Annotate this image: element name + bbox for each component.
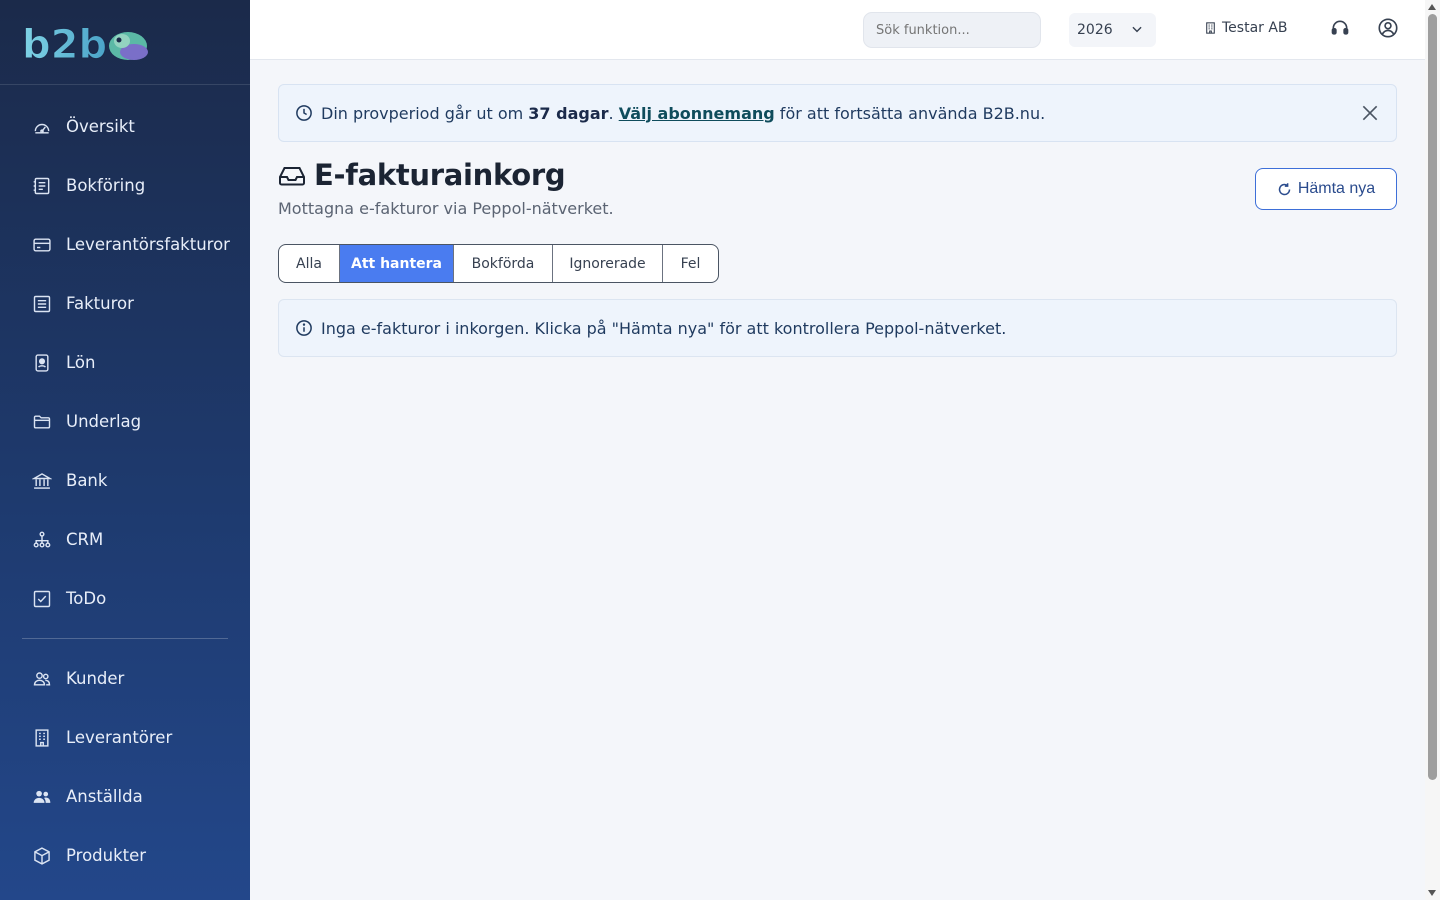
- sidebar-item-label: Leverantörsfakturor: [66, 235, 230, 254]
- sidebar-item-crm[interactable]: CRM: [0, 510, 250, 569]
- inbox-icon: [278, 163, 306, 187]
- sidebar-item-anstallda[interactable]: Anställda: [0, 767, 250, 826]
- status-tabs: Alla Att hantera Bokförda Ignorerade Fel: [278, 244, 719, 283]
- scroll-down-arrow[interactable]: [1428, 890, 1436, 896]
- sidebar-item-leverantorsfakturor[interactable]: Leverantörsfakturor: [0, 215, 250, 274]
- scroll-up-arrow[interactable]: [1428, 4, 1436, 10]
- folder-icon: [32, 412, 52, 432]
- checkbox-icon: [32, 589, 52, 609]
- sidebar-item-label: Leverantörer: [66, 728, 173, 747]
- sidebar-item-fakturor[interactable]: Fakturor: [0, 274, 250, 333]
- users-icon: [32, 669, 52, 689]
- ledger-icon: [32, 176, 52, 196]
- sidebar-item-leverantorer[interactable]: Leverantörer: [0, 708, 250, 767]
- sidebar-item-label: ToDo: [66, 589, 107, 608]
- page-title: E-fakturainkorg: [314, 158, 566, 192]
- refresh-label: Hämta nya: [1297, 180, 1376, 197]
- sidebar-item-lon[interactable]: Lön: [0, 333, 250, 392]
- page-header: E-fakturainkorg: [278, 158, 566, 192]
- year-select[interactable]: 2026: [1069, 13, 1156, 47]
- invoice-icon: [32, 294, 52, 314]
- banner-prefix: Din provperiod går ut om: [321, 103, 529, 123]
- sidebar-item-underlag[interactable]: Underlag: [0, 392, 250, 451]
- sidebar-item-label: Anställda: [66, 787, 143, 806]
- gauge-icon: [32, 117, 52, 137]
- tab-bokforda[interactable]: Bokförda: [454, 245, 553, 282]
- user-avatar-icon[interactable]: [1377, 17, 1399, 43]
- sidebar-item-label: Bokföring: [66, 176, 146, 195]
- company-name: Testar AB: [1222, 20, 1288, 36]
- sidebar-item-produkter[interactable]: Produkter: [0, 826, 250, 885]
- topbar: 2026 Testar AB: [250, 0, 1425, 60]
- sidebar-item-bank[interactable]: Bank: [0, 451, 250, 510]
- sidebar-item-label: Produkter: [66, 846, 147, 865]
- sidebar-item-label: Lön: [66, 353, 96, 372]
- sidebar-item-oversikt[interactable]: Översikt: [0, 97, 250, 156]
- building-icon: [1204, 21, 1217, 35]
- bank-icon: [32, 471, 52, 491]
- people-icon: [32, 787, 52, 807]
- sidebar-divider: [22, 638, 228, 639]
- sidebar-item-todo[interactable]: ToDo: [0, 569, 250, 628]
- tab-att-hantera[interactable]: Att hantera: [340, 245, 454, 282]
- sidebar-item-label: Underlag: [66, 412, 142, 431]
- year-value: 2026: [1077, 22, 1113, 38]
- logo-text: b2b: [22, 22, 107, 64]
- banner-suffix: för att fortsätta använda B2B.nu.: [774, 103, 1046, 123]
- info-icon: [295, 319, 313, 337]
- headset-icon[interactable]: [1330, 18, 1350, 42]
- banner-sep: .: [608, 103, 619, 123]
- tab-fel[interactable]: Fel: [663, 245, 718, 282]
- clock-icon: [295, 104, 313, 122]
- sidebar-item-label: Fakturor: [66, 294, 134, 313]
- empty-state-info: Inga e-fakturor i inkorgen. Klicka på "H…: [278, 299, 1397, 357]
- box-icon: [32, 846, 52, 866]
- scroll-thumb[interactable]: [1428, 14, 1437, 780]
- sidebar: b2b Översikt Bokföring Leverantörsfaktur…: [0, 0, 250, 900]
- choose-subscription-link[interactable]: Välj abonnemang: [619, 104, 775, 123]
- sidebar-item-label: Bank: [66, 471, 108, 490]
- sidebar-nav: Översikt Bokföring Leverantörsfakturor F…: [0, 85, 250, 885]
- building-icon: [32, 728, 52, 748]
- company-switcher[interactable]: Testar AB: [1204, 20, 1288, 36]
- tab-ignorerade[interactable]: Ignorerade: [553, 245, 663, 282]
- search-input[interactable]: [863, 12, 1041, 48]
- sidebar-item-bokforing[interactable]: Bokföring: [0, 156, 250, 215]
- id-badge-icon: [32, 353, 52, 373]
- tab-alla[interactable]: Alla: [279, 245, 340, 282]
- empty-state-message: Inga e-fakturor i inkorgen. Klicka på "H…: [321, 318, 1007, 338]
- sidebar-item-label: Kunder: [66, 669, 125, 688]
- refresh-icon: [1277, 182, 1292, 197]
- sidebar-item-label: CRM: [66, 530, 104, 549]
- chevron-down-icon: [1130, 22, 1144, 40]
- page-subtitle: Mottagna e-fakturor via Peppol-nätverket…: [278, 199, 614, 218]
- trial-banner: Din provperiod går ut om 37 dagar . Välj…: [278, 84, 1397, 142]
- scrollbar[interactable]: [1425, 0, 1440, 900]
- credit-card-icon: [32, 235, 52, 255]
- sidebar-item-label: Översikt: [66, 117, 135, 136]
- main-content: Din provperiod går ut om 37 dagar . Välj…: [250, 60, 1425, 900]
- logo[interactable]: b2b: [22, 22, 150, 69]
- network-icon: [32, 530, 52, 550]
- sidebar-item-kunder[interactable]: Kunder: [0, 649, 250, 708]
- close-icon[interactable]: [1360, 103, 1380, 127]
- refresh-button[interactable]: Hämta nya: [1255, 168, 1397, 210]
- banner-days: 37 dagar: [528, 103, 609, 123]
- logo-area: b2b: [0, 0, 250, 85]
